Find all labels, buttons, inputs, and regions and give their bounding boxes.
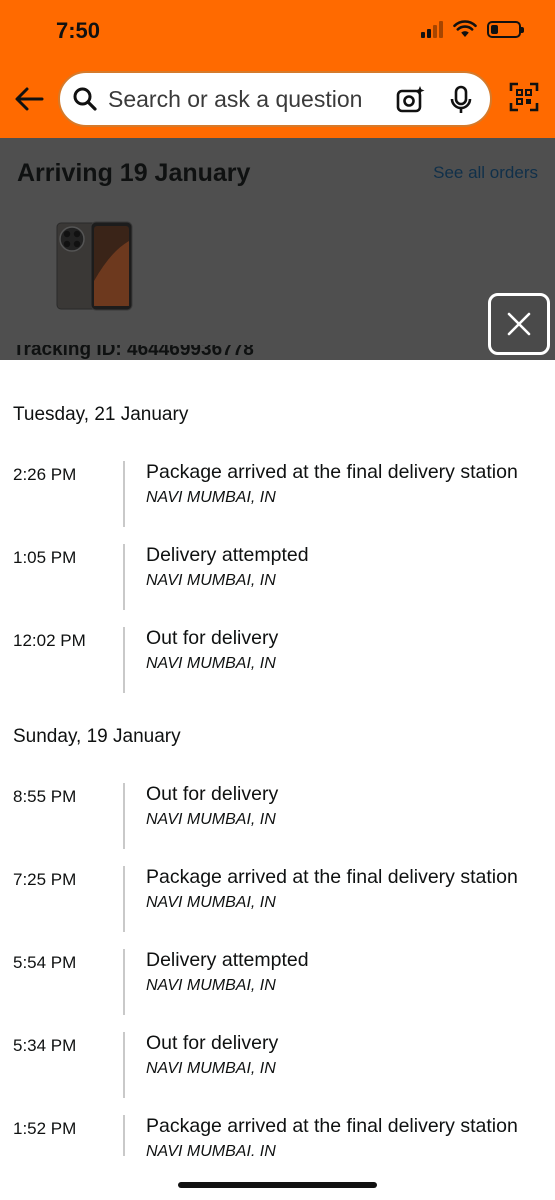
event-location: NAVI MUMBAI, IN — [146, 977, 276, 994]
close-icon — [507, 312, 531, 336]
event-location: NAVI MUMBAI, IN — [146, 1143, 276, 1156]
camera-icon — [396, 86, 425, 113]
event-title: Delivery attempted — [146, 949, 309, 971]
search-bar[interactable] — [58, 71, 492, 127]
see-all-orders-link[interactable]: See all orders — [433, 163, 538, 183]
microphone-icon — [450, 85, 472, 113]
tracking-timeline: Tuesday, 21 January 2:26 PM Package arri… — [0, 360, 555, 1156]
event-title: Out for delivery — [146, 783, 279, 805]
event-title: Out for delivery — [146, 627, 279, 649]
status-icons — [421, 20, 524, 38]
event-time: 1:52 PM — [13, 1119, 77, 1138]
event-time: 7:25 PM — [13, 870, 77, 889]
timeline-event: 5:54 PM Delivery attempted NAVI MUMBAI, … — [0, 949, 555, 1015]
voice-search-button[interactable] — [448, 85, 474, 120]
event-time: 8:55 PM — [13, 787, 77, 806]
timeline-divider — [123, 949, 125, 1015]
signal-icon — [421, 20, 443, 38]
product-thumbnail[interactable] — [56, 221, 134, 316]
timeline-divider — [123, 1115, 125, 1156]
timeline-event: 1:52 PM Package arrived at the final del… — [0, 1115, 555, 1156]
timeline-divider — [123, 1032, 125, 1098]
wifi-icon — [453, 20, 477, 37]
timeline-divider — [123, 544, 125, 610]
timeline-divider — [123, 461, 125, 527]
day-heading: Tuesday, 21 January — [13, 404, 189, 425]
search-icon — [73, 87, 97, 111]
day-heading: Sunday, 19 January — [13, 726, 181, 747]
timeline-divider — [123, 866, 125, 932]
event-time: 2:26 PM — [13, 465, 77, 484]
camera-search-button[interactable] — [396, 85, 426, 120]
timeline-event: 2:26 PM Package arrived at the final del… — [0, 461, 555, 527]
close-button[interactable] — [488, 293, 550, 355]
qr-scan-button[interactable] — [509, 82, 539, 117]
timeline-event: 12:02 PM Out for delivery NAVI MUMBAI, I… — [0, 627, 555, 693]
event-title: Package arrived at the final delivery st… — [146, 866, 518, 888]
event-location: NAVI MUMBAI, IN — [146, 1060, 276, 1077]
status-time: 7:50 — [56, 18, 101, 43]
timeline-event: 8:55 PM Out for delivery NAVI MUMBAI, IN — [0, 783, 555, 849]
search-input[interactable] — [108, 85, 378, 113]
timeline-event: 7:25 PM Package arrived at the final del… — [0, 866, 555, 932]
event-location: NAVI MUMBAI, IN — [146, 811, 276, 828]
battery-icon — [487, 20, 524, 38]
event-location: NAVI MUMBAI, IN — [146, 655, 276, 672]
timeline-divider — [123, 627, 125, 693]
event-time: 5:34 PM — [13, 1036, 77, 1055]
back-button[interactable] — [12, 82, 46, 116]
timeline-divider — [123, 783, 125, 849]
event-title: Package arrived at the final delivery st… — [146, 461, 518, 483]
event-time: 5:54 PM — [13, 953, 77, 972]
tracking-id-partial: Tracking ID: 464469936778 — [13, 345, 254, 360]
event-time: 1:05 PM — [13, 548, 77, 567]
arrival-heading: Arriving 19 January — [17, 159, 251, 187]
timeline-event: 1:05 PM Delivery attempted NAVI MUMBAI, … — [0, 544, 555, 610]
home-indicator[interactable] — [178, 1182, 377, 1188]
event-title: Delivery attempted — [146, 544, 309, 566]
event-time: 12:02 PM — [13, 631, 86, 650]
qr-scan-icon — [509, 82, 539, 112]
back-arrow-icon — [15, 87, 44, 111]
event-location: NAVI MUMBAI, IN — [146, 894, 276, 911]
event-location: NAVI MUMBAI, IN — [146, 572, 276, 589]
timeline-event: 5:34 PM Out for delivery NAVI MUMBAI, IN — [0, 1032, 555, 1098]
event-title: Package arrived at the final delivery st… — [146, 1115, 518, 1137]
event-location: NAVI MUMBAI, IN — [146, 489, 276, 506]
event-title: Out for delivery — [146, 1032, 279, 1054]
